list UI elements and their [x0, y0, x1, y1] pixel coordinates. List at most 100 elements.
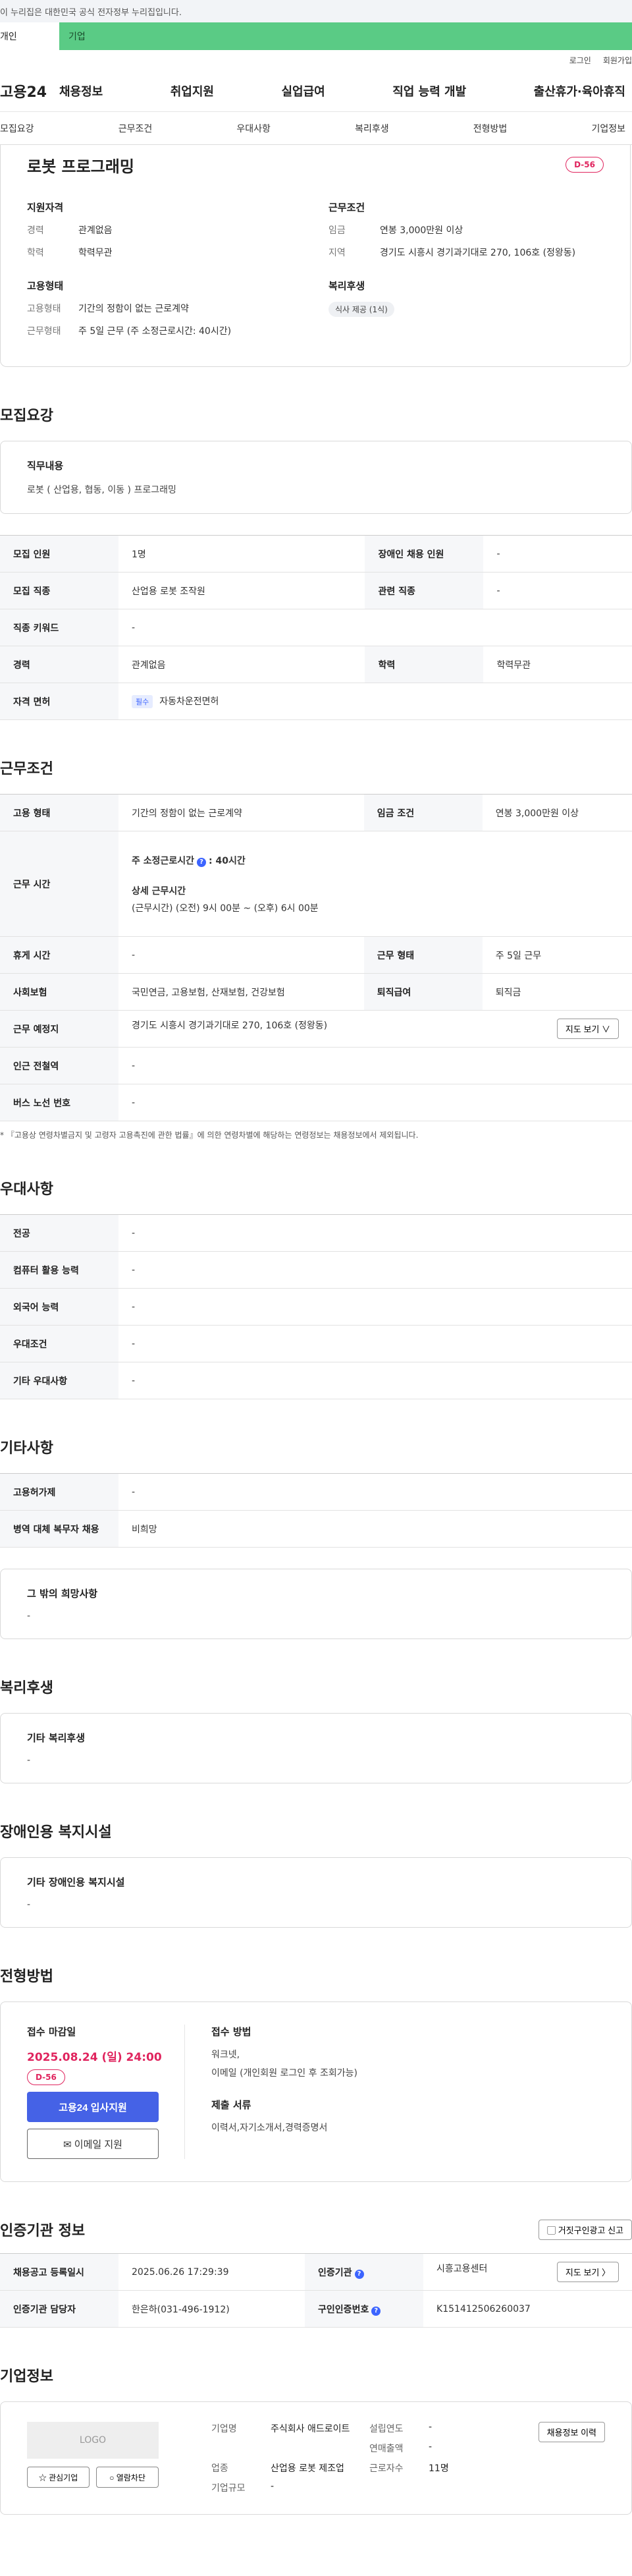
anchor-company[interactable]: 기업정보: [591, 122, 625, 135]
help-icon[interactable]: ?: [354, 2269, 364, 2279]
value: 경기도 시흥시 경기과기대로 270, 106호 (정왕동): [380, 248, 576, 258]
cell: -: [118, 1325, 632, 1362]
cell: 경기도 시흥시 경기과기대로 270, 106호 (정왕동) 지도 보기 ∨: [118, 1010, 632, 1048]
etc-table: 고용허가제 - 병역 대체 복무자 채용 비희망: [0, 1473, 632, 1548]
cell-head: 인증기관?: [305, 2253, 424, 2291]
cell: 학력무관: [483, 646, 632, 683]
gnb-jobs[interactable]: 채용정보: [59, 82, 103, 99]
cell-head: 퇴직급여: [363, 973, 483, 1011]
cell: 비희망: [118, 1510, 632, 1548]
docs-title: 제출 서류: [211, 2099, 251, 2111]
anchor-recruit[interactable]: 모집요강: [0, 122, 34, 135]
method-line: 워크넷,: [211, 2050, 240, 2060]
join-link[interactable]: 회원가입: [603, 55, 632, 66]
hours-detail-title: 상세 근무시간: [132, 885, 186, 897]
table-row: 직종 키워드 -: [0, 609, 632, 646]
section-title-welfare: 복리후생: [0, 1680, 53, 1696]
label: 근로자수: [369, 2463, 404, 2474]
cell: 주 5일 근무: [482, 936, 632, 974]
label: 근무형태: [27, 326, 61, 337]
other-wish-title: 그 밖의 희망사항: [27, 1588, 98, 1600]
support-title: 지원자격: [27, 202, 64, 213]
map-button[interactable]: 지도 보기 ∨: [556, 1019, 619, 1039]
anchor-welfare[interactable]: 복리후생: [355, 122, 389, 135]
welfare-box: 기타 복리후생 -: [0, 1713, 632, 1783]
block-company-button[interactable]: ○ 열람차단: [96, 2467, 159, 2488]
apply-button[interactable]: 고용24 입사지원: [27, 2092, 159, 2122]
table-row: 기타 우대사항 -: [0, 1362, 632, 1399]
cell: -: [118, 1214, 632, 1252]
table-row: 휴게 시간 - 근무 형태 주 5일 근무: [0, 936, 632, 974]
cell: 퇴직금: [482, 973, 632, 1011]
deadline-value: 2025.08.24 (일) 24:00: [27, 2051, 162, 2064]
user-type-tabs: 개인 기업: [0, 22, 632, 50]
anchor-process[interactable]: 전형방법: [473, 122, 508, 135]
cell: -: [118, 936, 364, 974]
cell: 관계없음: [118, 646, 365, 683]
gnb-maternity-leave[interactable]: 출산휴가·육아휴직: [534, 82, 625, 99]
cell-head: 학력: [365, 646, 484, 683]
value: 주식회사 애드로이트: [271, 2424, 350, 2434]
value: 기간의 정함이 없는 근로계약: [78, 304, 189, 314]
login-link[interactable]: 로그인: [569, 55, 591, 66]
report-button[interactable]: ▢ 거짓구인광고 신고: [539, 2219, 632, 2240]
label: 지역: [329, 248, 346, 258]
value: 연봉 3,000만원 이상: [380, 225, 463, 236]
cell: 1명: [118, 535, 365, 573]
site-logo[interactable]: 고용24: [0, 80, 59, 101]
help-icon[interactable]: ?: [197, 857, 207, 867]
cell-head: 고용 형태: [0, 794, 118, 831]
section-title-etc: 기타사항: [0, 1440, 53, 1457]
cell-head: 사회보험: [0, 973, 118, 1011]
email-apply-button[interactable]: ✉ 이메일 지원: [27, 2129, 159, 2159]
weekly-hours-label: 주 소정근로시간: [132, 855, 195, 866]
email-apply-label: 이메일 지원: [74, 2139, 122, 2150]
anchor-work[interactable]: 근무조건: [118, 122, 153, 135]
value: -: [429, 2442, 433, 2452]
gnb-vocational-training[interactable]: 직업 능력 개발: [392, 82, 466, 99]
duty-value: 로봇 ( 산업용, 협동, 이동 ) 프로그래밍: [27, 485, 176, 495]
cell-head: 버스 노선 번호: [0, 1084, 118, 1121]
section-title-company: 기업정보: [0, 2368, 53, 2385]
favorite-company-button[interactable]: ☆ 관심기업: [27, 2467, 90, 2488]
cell: 기간의 정함이 없는 근로계약: [118, 794, 364, 831]
cell-head: 자격 면허: [0, 683, 118, 720]
table-row: 고용 형태 기간의 정함이 없는 근로계약 임금 조건 연봉 3,000만원 이상: [0, 794, 632, 831]
global-nav: 고용24 채용정보 취업지원 실업급여 직업 능력 개발 출산휴가·육아휴직: [0, 70, 632, 112]
cell-head: 병역 대체 복무자 채용: [0, 1510, 118, 1548]
other-wish-box: 그 밖의 희망사항 -: [0, 1569, 632, 1639]
gnb-employment-support[interactable]: 취업지원: [171, 82, 214, 99]
place-value: 경기도 시흥시 경기과기대로 270, 106호 (정왕동): [132, 1021, 328, 1031]
cell: 필수 자동차운전면허: [118, 683, 632, 720]
method-line: 이메일 (개인회원 로그인 후 조회가능): [211, 2068, 357, 2079]
table-row: 전공 -: [0, 1214, 632, 1252]
cell-head: 관련 직종: [365, 572, 484, 609]
label: 연매출액: [369, 2444, 404, 2454]
docs-value: 이력서,자기소개서,경력증명서: [211, 2123, 328, 2133]
tab-personal[interactable]: 개인: [0, 22, 59, 50]
cell-head: 직종 키워드: [0, 609, 118, 646]
help-icon[interactable]: ?: [371, 2306, 381, 2316]
cell: -: [118, 1084, 632, 1121]
agency-map-button[interactable]: 지도 보기 〉: [556, 2262, 619, 2282]
duty-box: 직무내용 로봇 ( 산업용, 협동, 이동 ) 프로그래밍: [0, 441, 632, 514]
value: -: [429, 2422, 433, 2432]
history-button[interactable]: 채용정보 이력: [538, 2422, 605, 2442]
job-title: 로봇 프로그래밍: [27, 157, 134, 176]
favorite-label: 관심기업: [49, 2473, 78, 2482]
gnb-unemployment-benefit[interactable]: 실업급여: [282, 82, 325, 99]
table-row: 인근 전철역 -: [0, 1047, 632, 1084]
tab-company[interactable]: 기업: [59, 22, 632, 50]
cell-head: 임금 조건: [363, 794, 483, 831]
cell-head: 모집 인원: [0, 535, 118, 573]
gov-notice-bar: 이 누리집은 대한민국 공식 전자정부 누리집입니다.: [0, 0, 632, 22]
table-row: 외국어 능력 -: [0, 1288, 632, 1326]
anchor-pref[interactable]: 우대사항: [236, 122, 271, 135]
cell-head: 전공: [0, 1214, 118, 1252]
org-label: 인증기관: [318, 2267, 352, 2278]
section-title-disabled: 장애인용 복지시설: [0, 1824, 112, 1841]
gov-notice-text: 이 누리집은 대한민국 공식 전자정부 누리집입니다.: [0, 7, 182, 18]
emp-title: 고용형태: [27, 280, 64, 292]
table-row: 자격 면허 필수 자동차운전면허: [0, 683, 632, 720]
section-anchor-nav: 모집요강 근무조건 우대사항 복리후생 전형방법 기업정보: [0, 112, 632, 145]
